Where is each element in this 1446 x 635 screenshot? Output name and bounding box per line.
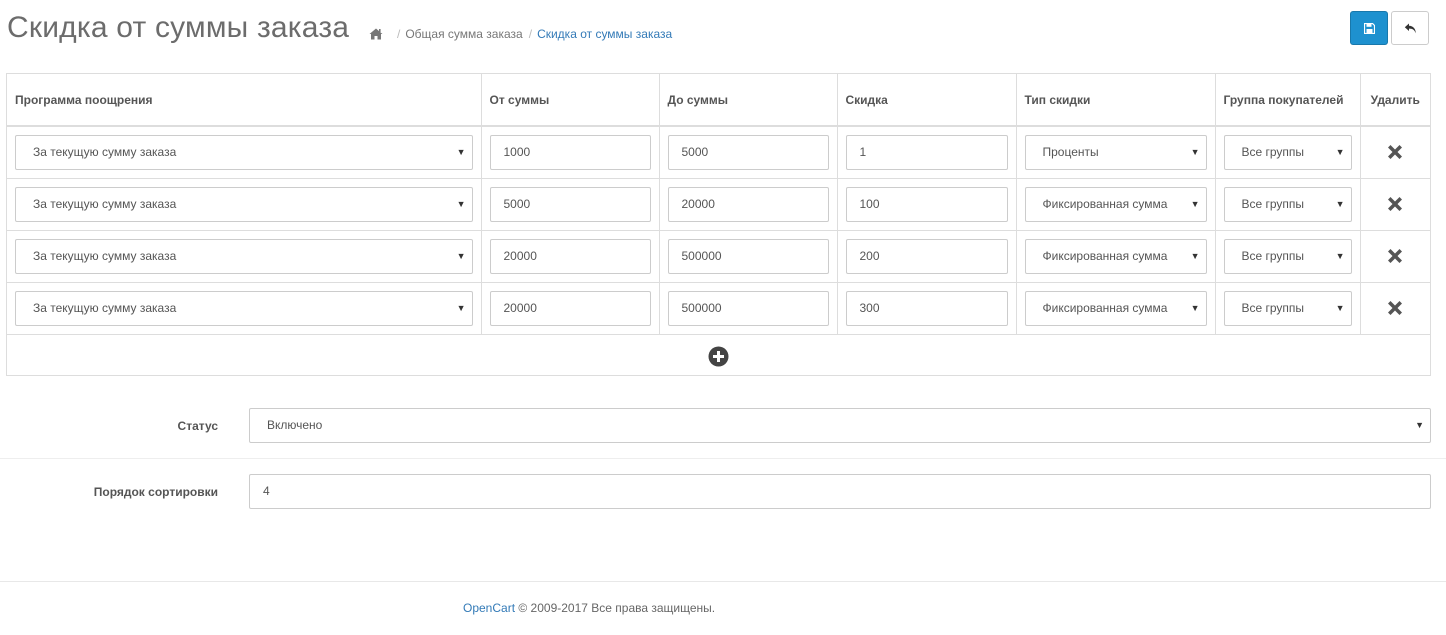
breadcrumb-item[interactable]: Общая сумма заказа xyxy=(405,27,522,41)
sort-order-label: Порядок сортировки xyxy=(93,485,218,499)
program-select[interactable]: За текущую сумму заказа ▼ xyxy=(15,186,473,222)
discount-type-value: Фиксированная сумма xyxy=(1042,248,1168,263)
page-title: Скидка от суммы заказа xyxy=(7,11,350,44)
caret-down-icon: ▼ xyxy=(1190,250,1200,261)
from-amount-input[interactable]: 1000 xyxy=(489,134,651,170)
remove-row-icon[interactable] xyxy=(1386,299,1404,317)
discount-input[interactable]: 300 xyxy=(845,290,1008,326)
to-amount-input[interactable]: 500000 xyxy=(667,290,829,326)
status-select-value: Включено xyxy=(267,418,323,432)
remove-row-icon[interactable] xyxy=(1386,143,1404,161)
column-header-discount: Скидка xyxy=(837,74,1017,127)
program-select[interactable]: За текущую сумму заказа ▼ xyxy=(15,290,473,326)
customer-group-select[interactable]: Все группы ▼ xyxy=(1223,290,1352,326)
status-label: Статус xyxy=(177,419,218,433)
discount-type-value: Фиксированная сумма xyxy=(1042,300,1168,315)
column-header-program: Программа поощрения xyxy=(7,74,482,127)
discount-type-select[interactable]: Проценты ▼ xyxy=(1024,134,1207,170)
discount-input[interactable]: 100 xyxy=(845,186,1008,222)
program-select[interactable]: За текущую сумму заказа ▼ xyxy=(15,238,473,274)
to-amount-input[interactable]: 500000 xyxy=(667,238,829,274)
program-select-value: За текущую сумму заказа xyxy=(33,300,177,315)
caret-down-icon: ▼ xyxy=(456,250,466,261)
home-icon[interactable] xyxy=(369,28,383,40)
from-amount-input[interactable]: 20000 xyxy=(489,238,651,274)
table-row: За текущую сумму заказа ▼ 20000 500000 20… xyxy=(7,230,1430,283)
breadcrumb-separator: / xyxy=(528,27,533,41)
add-row-area xyxy=(7,335,1430,377)
back-button[interactable] xyxy=(1391,11,1429,45)
caret-down-icon: ▼ xyxy=(456,302,466,313)
discount-input[interactable]: 200 xyxy=(845,238,1008,274)
customer-group-value: Все группы xyxy=(1241,300,1305,315)
customer-group-value: Все группы xyxy=(1241,144,1305,159)
caret-down-icon: ▼ xyxy=(456,198,466,209)
caret-down-icon: ▼ xyxy=(1190,302,1200,313)
column-header-type: Тип скидки xyxy=(1016,74,1216,127)
table-row: За текущую сумму заказа ▼ 20000 500000 30… xyxy=(7,282,1430,335)
discount-table: Программа поощрения От суммы До суммы Ск… xyxy=(6,73,1431,376)
save-button[interactable] xyxy=(1350,11,1388,45)
status-select[interactable]: Включено ▼ xyxy=(249,408,1431,443)
program-select-value: За текущую сумму заказа xyxy=(33,144,177,159)
discount-type-value: Фиксированная сумма xyxy=(1042,196,1168,211)
table-row: За текущую сумму заказа ▼ 5000 20000 100 … xyxy=(7,178,1430,231)
breadcrumb-separator: / xyxy=(397,27,401,41)
customer-group-value: Все группы xyxy=(1241,196,1305,211)
program-select-value: За текущую сумму заказа xyxy=(33,248,177,263)
breadcrumb-item-current[interactable]: Скидка от суммы заказа xyxy=(537,27,672,41)
remove-row-icon[interactable] xyxy=(1386,247,1404,265)
column-header-delete: Удалить xyxy=(1360,74,1430,127)
status-form-group: Статус Включено ▼ xyxy=(0,393,1446,459)
column-header-to: До суммы xyxy=(659,74,838,127)
discount-type-select[interactable]: Фиксированная сумма ▼ xyxy=(1024,238,1207,274)
program-select-value: За текущую сумму заказа xyxy=(33,196,177,211)
customer-group-select[interactable]: Все группы ▼ xyxy=(1223,134,1352,170)
caret-down-icon: ▼ xyxy=(1335,146,1345,157)
caret-down-icon: ▼ xyxy=(456,146,466,157)
customer-group-select[interactable]: Все группы ▼ xyxy=(1223,186,1352,222)
remove-row-icon[interactable] xyxy=(1386,195,1404,213)
column-header-group: Группа покупателей xyxy=(1215,74,1361,127)
discount-type-select[interactable]: Фиксированная сумма ▼ xyxy=(1024,290,1207,326)
to-amount-input[interactable]: 5000 xyxy=(667,134,829,170)
from-amount-input[interactable]: 5000 xyxy=(489,186,651,222)
to-amount-input[interactable]: 20000 xyxy=(667,186,829,222)
customer-group-value: Все группы xyxy=(1241,248,1305,263)
save-icon xyxy=(1363,22,1375,34)
caret-down-icon: ▼ xyxy=(1335,198,1345,209)
column-header-from: От суммы xyxy=(481,74,660,127)
caret-down-icon: ▼ xyxy=(1190,146,1200,157)
sort-order-input[interactable]: 4 xyxy=(249,474,1431,509)
page-header: Скидка от суммы заказа / Общая сумма зак… xyxy=(7,8,1446,48)
discount-type-select[interactable]: Фиксированная сумма ▼ xyxy=(1024,186,1207,222)
sort-order-form-group: Порядок сортировки 4 xyxy=(0,460,1446,522)
caret-down-icon: ▼ xyxy=(1190,198,1200,209)
breadcrumb: / Общая сумма заказа / Скидка от суммы з… xyxy=(369,27,672,41)
copyright-text: © 2009-2017 Все права защищены. xyxy=(515,601,716,615)
customer-group-select[interactable]: Все группы ▼ xyxy=(1223,238,1352,274)
table-row: За текущую сумму заказа ▼ 1000 5000 1 Про… xyxy=(7,126,1430,179)
caret-down-icon: ▼ xyxy=(1335,250,1345,261)
program-select[interactable]: За текущую сумму заказа ▼ xyxy=(15,134,473,170)
footer-text: OpenCart © 2009-2017 Все права защищены. xyxy=(463,601,715,615)
plus-circle-icon[interactable] xyxy=(708,346,729,367)
opencart-link[interactable]: OpenCart xyxy=(463,601,515,615)
discount-type-value: Проценты xyxy=(1042,144,1099,159)
caret-down-icon: ▼ xyxy=(1415,420,1424,430)
from-amount-input[interactable]: 20000 xyxy=(489,290,651,326)
discount-input[interactable]: 1 xyxy=(845,134,1008,170)
caret-down-icon: ▼ xyxy=(1335,302,1345,313)
footer: OpenCart © 2009-2017 Все права защищены. xyxy=(0,581,1446,635)
reply-icon xyxy=(1404,23,1416,33)
